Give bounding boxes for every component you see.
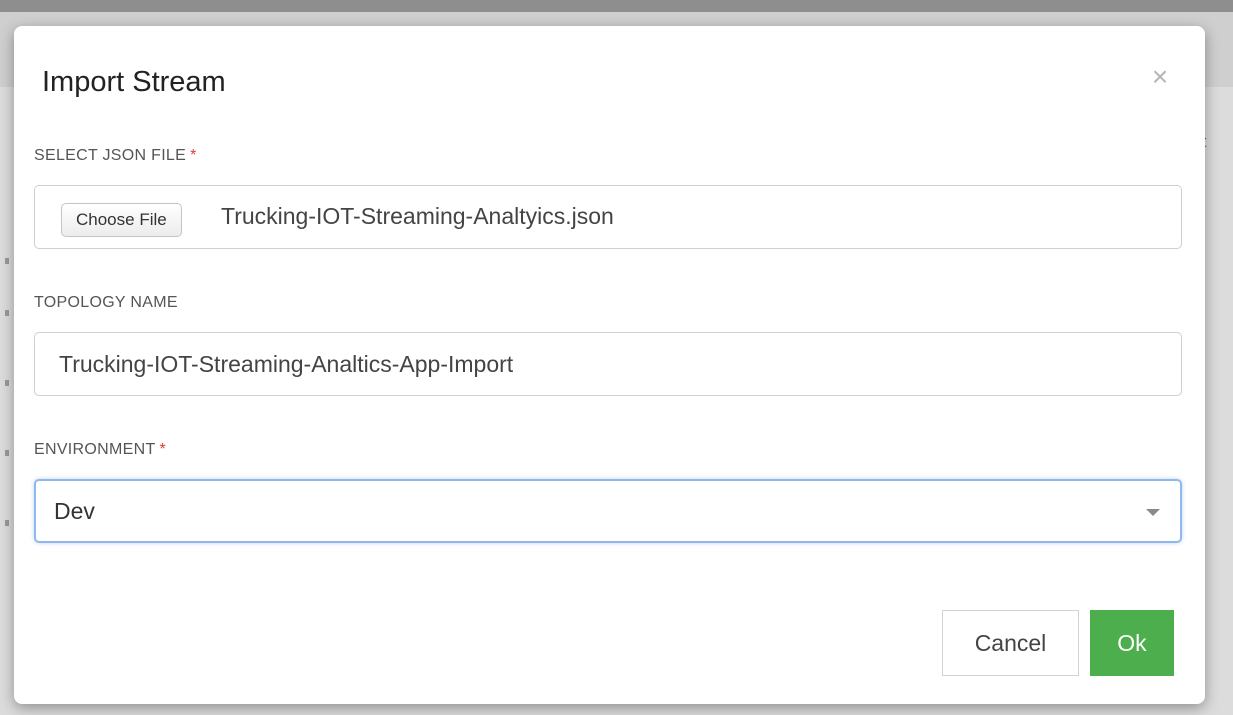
required-marker: * [159,441,167,458]
topology-name-input[interactable]: Trucking-IOT-Streaming-Analtics-App-Impo… [34,332,1182,396]
dialog-title: Import Stream [42,66,226,98]
topology-name-value: Trucking-IOT-Streaming-Analtics-App-Impo… [59,351,514,377]
environment-label: ENVIRONMENT * [34,441,166,459]
environment-selected-value: Dev [54,498,95,524]
background-tick [5,450,9,456]
background-tick [5,380,9,386]
import-stream-dialog: Import Stream × SELECT JSON FILE * Choose… [14,26,1205,704]
topology-name-label-text: TOPOLOGY NAME [34,294,178,311]
environment-select[interactable]: Dev [34,479,1182,543]
close-icon[interactable]: × [1145,62,1175,92]
required-marker: * [190,147,197,164]
ok-button[interactable]: Ok [1090,610,1174,676]
json-file-input[interactable]: Choose File Trucking-IOT-Streaming-Analt… [34,185,1182,249]
background-tick [5,310,9,316]
json-file-label-text: SELECT JSON FILE [34,147,187,164]
selected-file-name: Trucking-IOT-Streaming-Analtyics.json [221,203,614,229]
caret-down-icon [1146,509,1160,516]
choose-file-button[interactable]: Choose File [61,203,182,237]
background-tick [5,258,9,264]
background-tick [5,520,9,526]
topology-name-label: TOPOLOGY NAME [34,294,178,312]
json-file-label: SELECT JSON FILE * [34,147,197,165]
cancel-button[interactable]: Cancel [942,610,1079,676]
environment-label-text: ENVIRONMENT [34,441,156,458]
